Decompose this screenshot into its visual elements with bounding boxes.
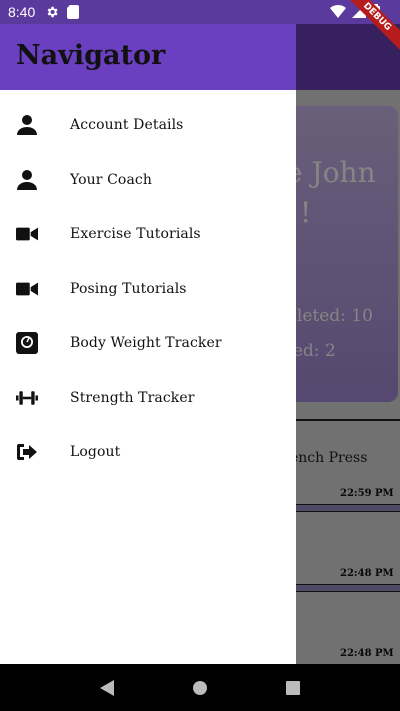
menu-item-label: Account Details	[70, 117, 184, 134]
scale-icon	[16, 332, 38, 355]
menu-item-label: Posing Tutorials	[70, 280, 187, 297]
menu-item-posing-tutorials[interactable]: Posing Tutorials	[0, 262, 296, 317]
menu-item-your-coach[interactable]: Your Coach	[0, 153, 296, 208]
gear-icon	[45, 5, 59, 19]
wifi-icon	[330, 4, 346, 21]
menu-item-account-details[interactable]: Account Details	[0, 98, 296, 153]
sd-card-icon	[67, 5, 81, 19]
menu-item-exercise-tutorials[interactable]: Exercise Tutorials	[0, 207, 296, 262]
status-time: 8:40	[8, 4, 36, 20]
menu-item-label: Strength Tracker	[70, 389, 195, 406]
system-navigation-bar	[0, 664, 400, 711]
home-icon[interactable]	[188, 676, 212, 700]
drawer-menu: Account Details Your Coach Exercise Tuto…	[0, 98, 296, 480]
person-icon	[16, 114, 38, 136]
recents-icon[interactable]	[281, 676, 305, 700]
dumbbell-icon	[16, 387, 38, 409]
menu-item-label: Your Coach	[70, 171, 152, 188]
menu-item-body-weight-tracker[interactable]: Body Weight Tracker	[0, 316, 296, 371]
logout-icon	[16, 441, 38, 463]
menu-item-label: Logout	[70, 444, 121, 461]
drawer-title: Navigator	[16, 40, 166, 71]
videocam-icon	[16, 278, 38, 300]
person-icon	[16, 169, 38, 191]
status-bar: 8:40	[0, 0, 400, 24]
menu-item-strength-tracker[interactable]: Strength Tracker	[0, 371, 296, 426]
menu-item-logout[interactable]: Logout	[0, 425, 296, 480]
navigation-drawer: Navigator Account Details Your Coach Exe…	[0, 0, 296, 664]
back-icon[interactable]	[95, 676, 119, 700]
videocam-icon	[16, 223, 38, 245]
menu-item-label: Exercise Tutorials	[70, 226, 201, 243]
menu-item-label: Body Weight Tracker	[70, 335, 222, 352]
